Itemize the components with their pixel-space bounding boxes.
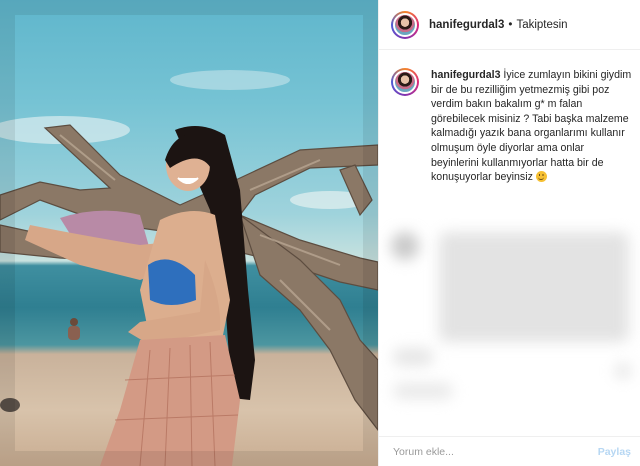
post-side-panel: hanifegurdal3 • Takiptesin hanifegurdal3…: [378, 0, 640, 466]
smiley-face-icon: [535, 171, 547, 183]
beach-scene-illustration: [0, 0, 378, 466]
caption-text-block: hanifegurdal3 İyice zumlayın bikini giyd…: [431, 68, 633, 185]
caption-body: İyice zumlayın bikini giydim bir de bu r…: [431, 69, 632, 184]
caption-avatar[interactable]: [391, 68, 419, 96]
header-separator: •: [508, 18, 513, 31]
caption: hanifegurdal3 İyice zumlayın bikini giyd…: [391, 68, 635, 185]
blurred-avatar: [391, 232, 419, 260]
share-button[interactable]: Paylaş: [598, 446, 631, 458]
blurred-comment: [439, 232, 629, 342]
blurred-comment: [393, 348, 433, 366]
comment-input[interactable]: [393, 445, 563, 458]
avatar[interactable]: [391, 10, 419, 39]
blurred-comments: [379, 218, 640, 423]
header-username[interactable]: hanifegurdal3: [429, 19, 504, 31]
blurred-comment: [393, 383, 453, 399]
blurred-icon: [615, 363, 631, 379]
comment-bar: Paylaş: [379, 436, 640, 466]
avatar-image: [393, 70, 417, 94]
post-photo[interactable]: [0, 0, 378, 466]
avatar-image: [393, 12, 417, 37]
post-header: hanifegurdal3 • Takiptesin: [379, 0, 640, 50]
caption-username[interactable]: hanifegurdal3: [431, 69, 500, 81]
follow-status[interactable]: Takiptesin: [516, 19, 567, 31]
